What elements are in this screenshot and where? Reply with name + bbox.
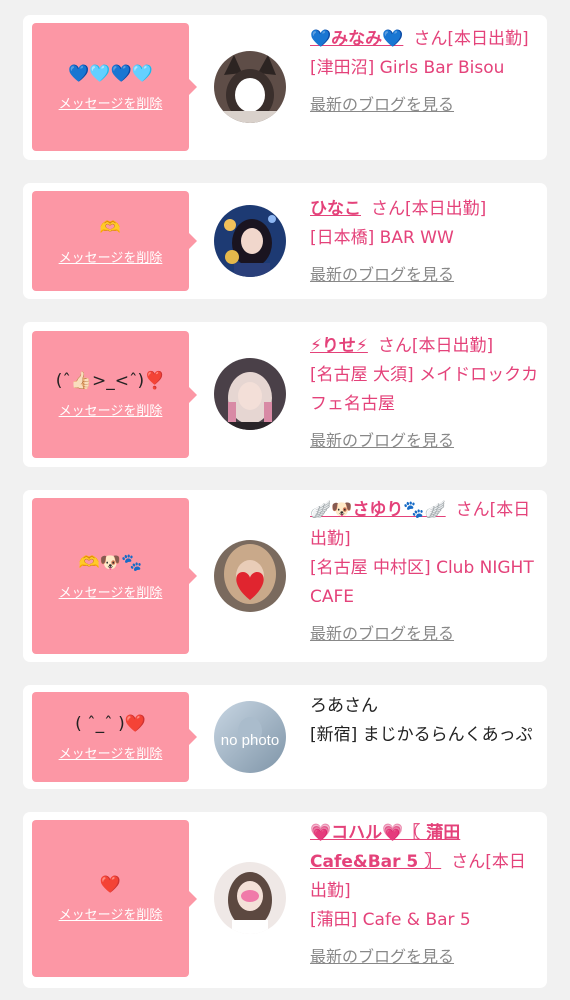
- latest-blog-link[interactable]: 最新のブログを見る: [310, 90, 542, 119]
- girl-dark-hair-photo-icon: [214, 205, 286, 277]
- message-bubble: 🫶🐶🐾 メッセージを削除: [32, 498, 197, 654]
- status-badge: [本日出勤]: [447, 29, 529, 49]
- message-text: ( ˆ_ˆ )❤️: [75, 713, 146, 734]
- avatar[interactable]: [214, 358, 286, 430]
- latest-blog-link[interactable]: 最新のブログを見る: [310, 942, 542, 971]
- latest-blog-link[interactable]: 最新のブログを見る: [310, 619, 542, 648]
- girl-pink-mask-photo-icon: [214, 862, 286, 934]
- message-list: 💙🩵💙🩵 メッセージを削除 💙みなみ💙 さん[本日出勤] [津田沼] Girls …: [0, 0, 570, 1000]
- delete-message-link[interactable]: メッセージを削除: [59, 904, 163, 923]
- status-badge: [本日出勤]: [411, 336, 494, 356]
- delete-message-link[interactable]: メッセージを削除: [59, 582, 163, 601]
- list-item: 🫶 メッセージを削除 ひなこ さん[本日出勤] [日本橋] BAR WW 最新のブ…: [23, 183, 547, 299]
- honorific: さん: [377, 336, 412, 356]
- sender-info: ひなこ さん[本日出勤] [日本橋] BAR WW 最新のブログを見る: [310, 195, 542, 289]
- message-text: (ˆ👍🏻>_<ˆ)❣️: [55, 371, 166, 391]
- latest-blog-link[interactable]: 最新のブログを見る: [310, 260, 542, 289]
- message-text: 🫶🐶🐾: [78, 552, 143, 573]
- sender-name-link[interactable]: 💙みなみ💙: [310, 29, 403, 49]
- shop-name: [名古屋 中村区] Club NIGHT CAFE: [310, 558, 534, 607]
- sender-name-link[interactable]: ⚡りせ⚡: [310, 336, 368, 356]
- no-photo-placeholder-icon: no photo: [214, 701, 286, 773]
- sender-name-link[interactable]: 💗コハル💗〖 蒲田Cafe&Bar 5 〗: [310, 823, 460, 872]
- avatar-text: no photo: [221, 732, 279, 749]
- shop-name: [津田沼] Girls Bar Bisou: [310, 58, 505, 78]
- list-item: 💙🩵💙🩵 メッセージを削除 💙みなみ💙 さん[本日出勤] [津田沼] Girls …: [23, 15, 547, 160]
- list-item: (ˆ👍🏻>_<ˆ)❣️ メッセージを削除 ⚡りせ⚡ さん[本日出勤] [名古屋 大…: [23, 322, 547, 467]
- message-text: ❤️: [99, 875, 122, 895]
- message-text: 🫶: [99, 217, 122, 238]
- delete-message-link[interactable]: メッセージを削除: [59, 400, 163, 419]
- message-text: 💙🩵💙🩵: [68, 63, 153, 84]
- sender-name: ろあ: [310, 696, 344, 716]
- girl-blonde-photo-icon: [214, 358, 286, 430]
- honorific: さん: [344, 696, 378, 716]
- delete-message-link[interactable]: メッセージを削除: [59, 247, 163, 266]
- shop-name: [名古屋 大須] メイドロックカフェ名古屋: [310, 365, 539, 414]
- sender-info: ろあさん [新宿] まじかるらんくあっぷ: [310, 692, 542, 750]
- honorific: さん: [451, 852, 486, 872]
- list-item: ❤️ メッセージを削除 💗コハル💗〖 蒲田Cafe&Bar 5 〗さん[本日出勤…: [23, 812, 547, 988]
- avatar[interactable]: [214, 862, 286, 934]
- sender-info: 🪽🐶さゆり🐾🪽 さん[本日出勤] [名古屋 中村区] Club NIGHT CAF…: [310, 496, 542, 648]
- avatar[interactable]: [214, 540, 286, 612]
- delete-message-link[interactable]: メッセージを削除: [59, 743, 163, 762]
- avatar[interactable]: no photo: [214, 701, 286, 773]
- status-badge: [本日出勤]: [405, 199, 487, 219]
- message-bubble: 💙🩵💙🩵 メッセージを削除: [32, 23, 197, 151]
- sender-name-link[interactable]: 🪽🐶さゆり🐾🪽: [310, 500, 446, 520]
- list-item: ( ˆ_ˆ )❤️ メッセージを削除 no photo ろあさん [新宿] まじ…: [23, 685, 547, 789]
- sender-info: ⚡りせ⚡ さん[本日出勤] [名古屋 大須] メイドロックカフェ名古屋 最新のブロ…: [310, 332, 542, 455]
- girl-with-animal-ears-photo-icon: [214, 51, 286, 123]
- sender-info: 💗コハル💗〖 蒲田Cafe&Bar 5 〗さん[本日出勤] [蒲田] Cafe …: [310, 819, 542, 971]
- message-bubble: 🫶 メッセージを削除: [32, 191, 197, 291]
- avatar[interactable]: [214, 205, 286, 277]
- latest-blog-link[interactable]: 最新のブログを見る: [310, 426, 542, 455]
- delete-message-link[interactable]: メッセージを削除: [59, 93, 163, 112]
- list-item: 🫶🐶🐾 メッセージを削除 🪽🐶さゆり🐾🪽 さん[本日出勤] [名古屋 中村区] C…: [23, 490, 547, 662]
- sender-name-link[interactable]: ひなこ: [310, 199, 361, 219]
- shop-name: [蒲田] Cafe & Bar 5: [310, 910, 471, 930]
- honorific: さん: [413, 29, 448, 49]
- avatar[interactable]: [214, 51, 286, 123]
- message-bubble: ❤️ メッセージを削除: [32, 820, 197, 977]
- heart-over-face-photo-icon: [214, 540, 286, 612]
- honorific: さん: [455, 500, 490, 520]
- sender-info: 💙みなみ💙 さん[本日出勤] [津田沼] Girls Bar Bisou 最新のブ…: [310, 25, 542, 119]
- honorific: さん: [371, 199, 405, 219]
- shop-name: [日本橋] BAR WW: [310, 228, 454, 248]
- message-bubble: ( ˆ_ˆ )❤️ メッセージを削除: [32, 692, 197, 782]
- message-bubble: (ˆ👍🏻>_<ˆ)❣️ メッセージを削除: [32, 331, 197, 458]
- shop-name: [新宿] まじかるらんくあっぷ: [310, 725, 533, 745]
